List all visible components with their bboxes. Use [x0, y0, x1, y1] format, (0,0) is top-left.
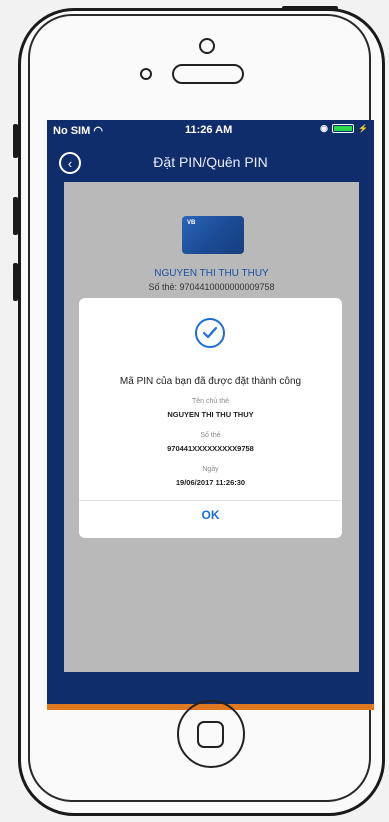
card-image: VB	[182, 216, 244, 254]
card-number-value: 970441XXXXXXXXX9758	[167, 444, 254, 453]
status-bar: No SIM ◠ 11:26 AM ◉ ⚡	[47, 120, 374, 140]
card-brand-logo: VB	[187, 220, 196, 226]
carrier-label: No SIM ◠	[53, 124, 103, 137]
proximity-sensor	[140, 68, 152, 80]
page-title: Đặt PIN/Quên PIN	[153, 154, 268, 170]
status-icons: ◉ ⚡	[320, 123, 368, 134]
home-square-icon	[197, 721, 224, 748]
earpiece-speaker	[172, 64, 244, 84]
holder-value: NGUYEN THI THU THUY	[167, 410, 254, 419]
screen: No SIM ◠ 11:26 AM ◉ ⚡ ‹ Đặt PIN/Quên PIN…	[47, 120, 374, 710]
rotation-lock-icon: ◉	[320, 123, 329, 133]
battery-icon	[332, 124, 355, 133]
card-number-label: Số thẻ	[200, 432, 221, 439]
front-camera	[199, 38, 215, 54]
clock: 11:26 AM	[185, 124, 233, 136]
carrier-text: No SIM	[53, 125, 91, 137]
card-holder-name: NGUYEN THI THU THUY	[154, 268, 269, 279]
ok-button[interactable]: OK	[79, 508, 342, 522]
charging-icon: ⚡	[358, 124, 368, 133]
date-label: Ngày	[202, 466, 219, 473]
holder-label: Tên chủ thẻ	[192, 398, 229, 405]
wifi-icon: ◠	[93, 125, 103, 137]
mute-switch[interactable]	[13, 124, 18, 158]
volume-down-button[interactable]	[13, 263, 18, 301]
checkmark-circle-icon	[195, 318, 225, 348]
power-button[interactable]	[282, 6, 338, 11]
nav-bar: ‹ Đặt PIN/Quên PIN	[47, 144, 374, 184]
success-dialog: Mã PIN của bạn đã được đặt thành công Tê…	[79, 298, 342, 538]
checkmark-icon	[202, 326, 218, 339]
success-message: Mã PIN của bạn đã được đặt thành công	[119, 376, 302, 387]
card-number: Số thẻ: 9704410000000009758	[148, 282, 275, 292]
dialog-divider	[79, 500, 342, 501]
volume-up-button[interactable]	[13, 197, 18, 235]
date-value: 19/06/2017 11:26:30	[175, 478, 246, 487]
